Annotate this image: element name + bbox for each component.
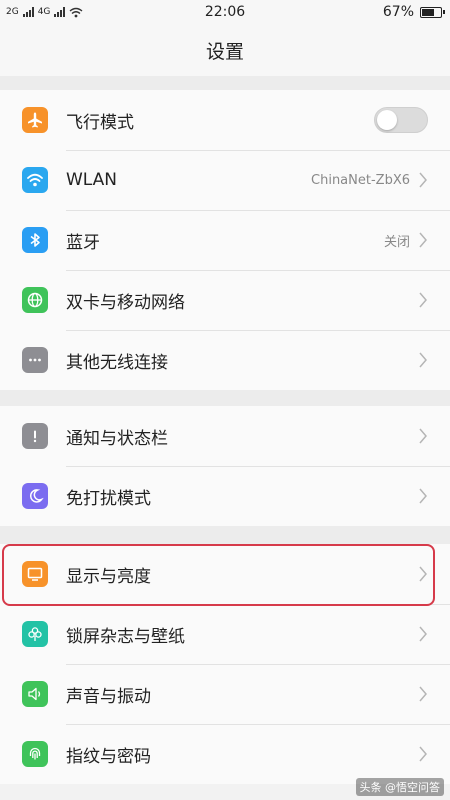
more-icon (22, 347, 48, 373)
setting-bluetooth[interactable]: 蓝牙 关闭 (0, 210, 450, 270)
bluetooth-status: 关闭 (383, 234, 410, 250)
airplane-mode-label: 飞行模式 (66, 112, 134, 133)
chevron-right-icon (419, 626, 427, 642)
notifications-label: 通知与状态栏 (66, 428, 168, 449)
chevron-right-icon (419, 172, 427, 188)
setting-display-brightness[interactable]: 显示与亮度 (0, 544, 450, 604)
section-divider (0, 390, 450, 406)
battery-icon (420, 6, 445, 18)
page-title-bar: 设置 (0, 24, 450, 76)
watermark-text: 头条 @悟空问答 (355, 778, 444, 796)
setting-lockscreen-wallpaper[interactable]: 锁屏杂志与壁纸 (0, 604, 450, 664)
exclamation-icon (22, 423, 48, 449)
dnd-label: 免打扰模式 (66, 488, 151, 509)
signal-icon (22, 7, 34, 17)
setting-fingerprint-password[interactable]: 指纹与密码 (0, 724, 450, 784)
settings-group-display: 显示与亮度 锁屏杂志与壁纸 声音与振动 指纹与密码 (0, 544, 450, 784)
other-wireless-label: 其他无线连接 (66, 352, 168, 373)
setting-dual-sim-network[interactable]: 双卡与移动网络 (0, 270, 450, 330)
flower-icon (22, 621, 48, 647)
fingerprint-label: 指纹与密码 (66, 746, 151, 767)
chevron-right-icon (419, 686, 427, 702)
settings-group-notifications: 通知与状态栏 免打扰模式 (0, 406, 450, 526)
fingerprint-icon (22, 741, 48, 767)
sim2-label: 4G (37, 7, 51, 17)
setting-wlan[interactable]: WLAN ChinaNet-ZbX6 (0, 150, 450, 210)
section-divider (0, 526, 450, 544)
setting-sound-vibration[interactable]: 声音与振动 (0, 664, 450, 724)
setting-airplane-mode[interactable]: 飞行模式 (0, 90, 450, 150)
chevron-right-icon (419, 428, 427, 444)
speaker-icon (22, 681, 48, 707)
sound-label: 声音与振动 (66, 686, 151, 707)
chevron-right-icon (419, 352, 427, 368)
globe-icon (22, 287, 48, 313)
moon-icon (22, 483, 48, 509)
chevron-right-icon (419, 746, 427, 762)
bluetooth-icon (22, 227, 48, 253)
wifi-icon (22, 167, 48, 193)
battery-percent: 67% (382, 4, 414, 20)
chevron-right-icon (419, 488, 427, 504)
wifi-icon (69, 7, 83, 17)
airplane-icon (22, 107, 48, 133)
setting-other-wireless[interactable]: 其他无线连接 (0, 330, 450, 390)
chevron-right-icon (419, 292, 427, 308)
wlan-network-name: ChinaNet-ZbX6 (311, 172, 410, 188)
section-divider (0, 76, 450, 90)
page-title: 设置 (205, 40, 244, 63)
signal-icon (54, 7, 66, 17)
chevron-right-icon (419, 232, 427, 248)
signal-indicators: 2G 4G (6, 7, 83, 18)
airplane-mode-toggle[interactable] (374, 107, 428, 133)
wlan-label: WLAN (66, 170, 118, 190)
monitor-icon (22, 561, 48, 587)
sim1-label: 2G (6, 7, 19, 17)
toggle-knob (377, 110, 397, 130)
lockscreen-label: 锁屏杂志与壁纸 (66, 626, 185, 647)
dual-sim-label: 双卡与移动网络 (66, 292, 185, 313)
status-bar: 2G 4G 22:06 67% (0, 0, 450, 24)
settings-group-connectivity: 飞行模式 WLAN ChinaNet-ZbX6 蓝牙 关闭 双卡与移动网络 其他… (0, 90, 450, 390)
chevron-right-icon (419, 566, 427, 582)
setting-notifications-status-bar[interactable]: 通知与状态栏 (0, 406, 450, 466)
display-label: 显示与亮度 (66, 566, 151, 587)
setting-do-not-disturb[interactable]: 免打扰模式 (0, 466, 450, 526)
bluetooth-label: 蓝牙 (66, 232, 100, 253)
